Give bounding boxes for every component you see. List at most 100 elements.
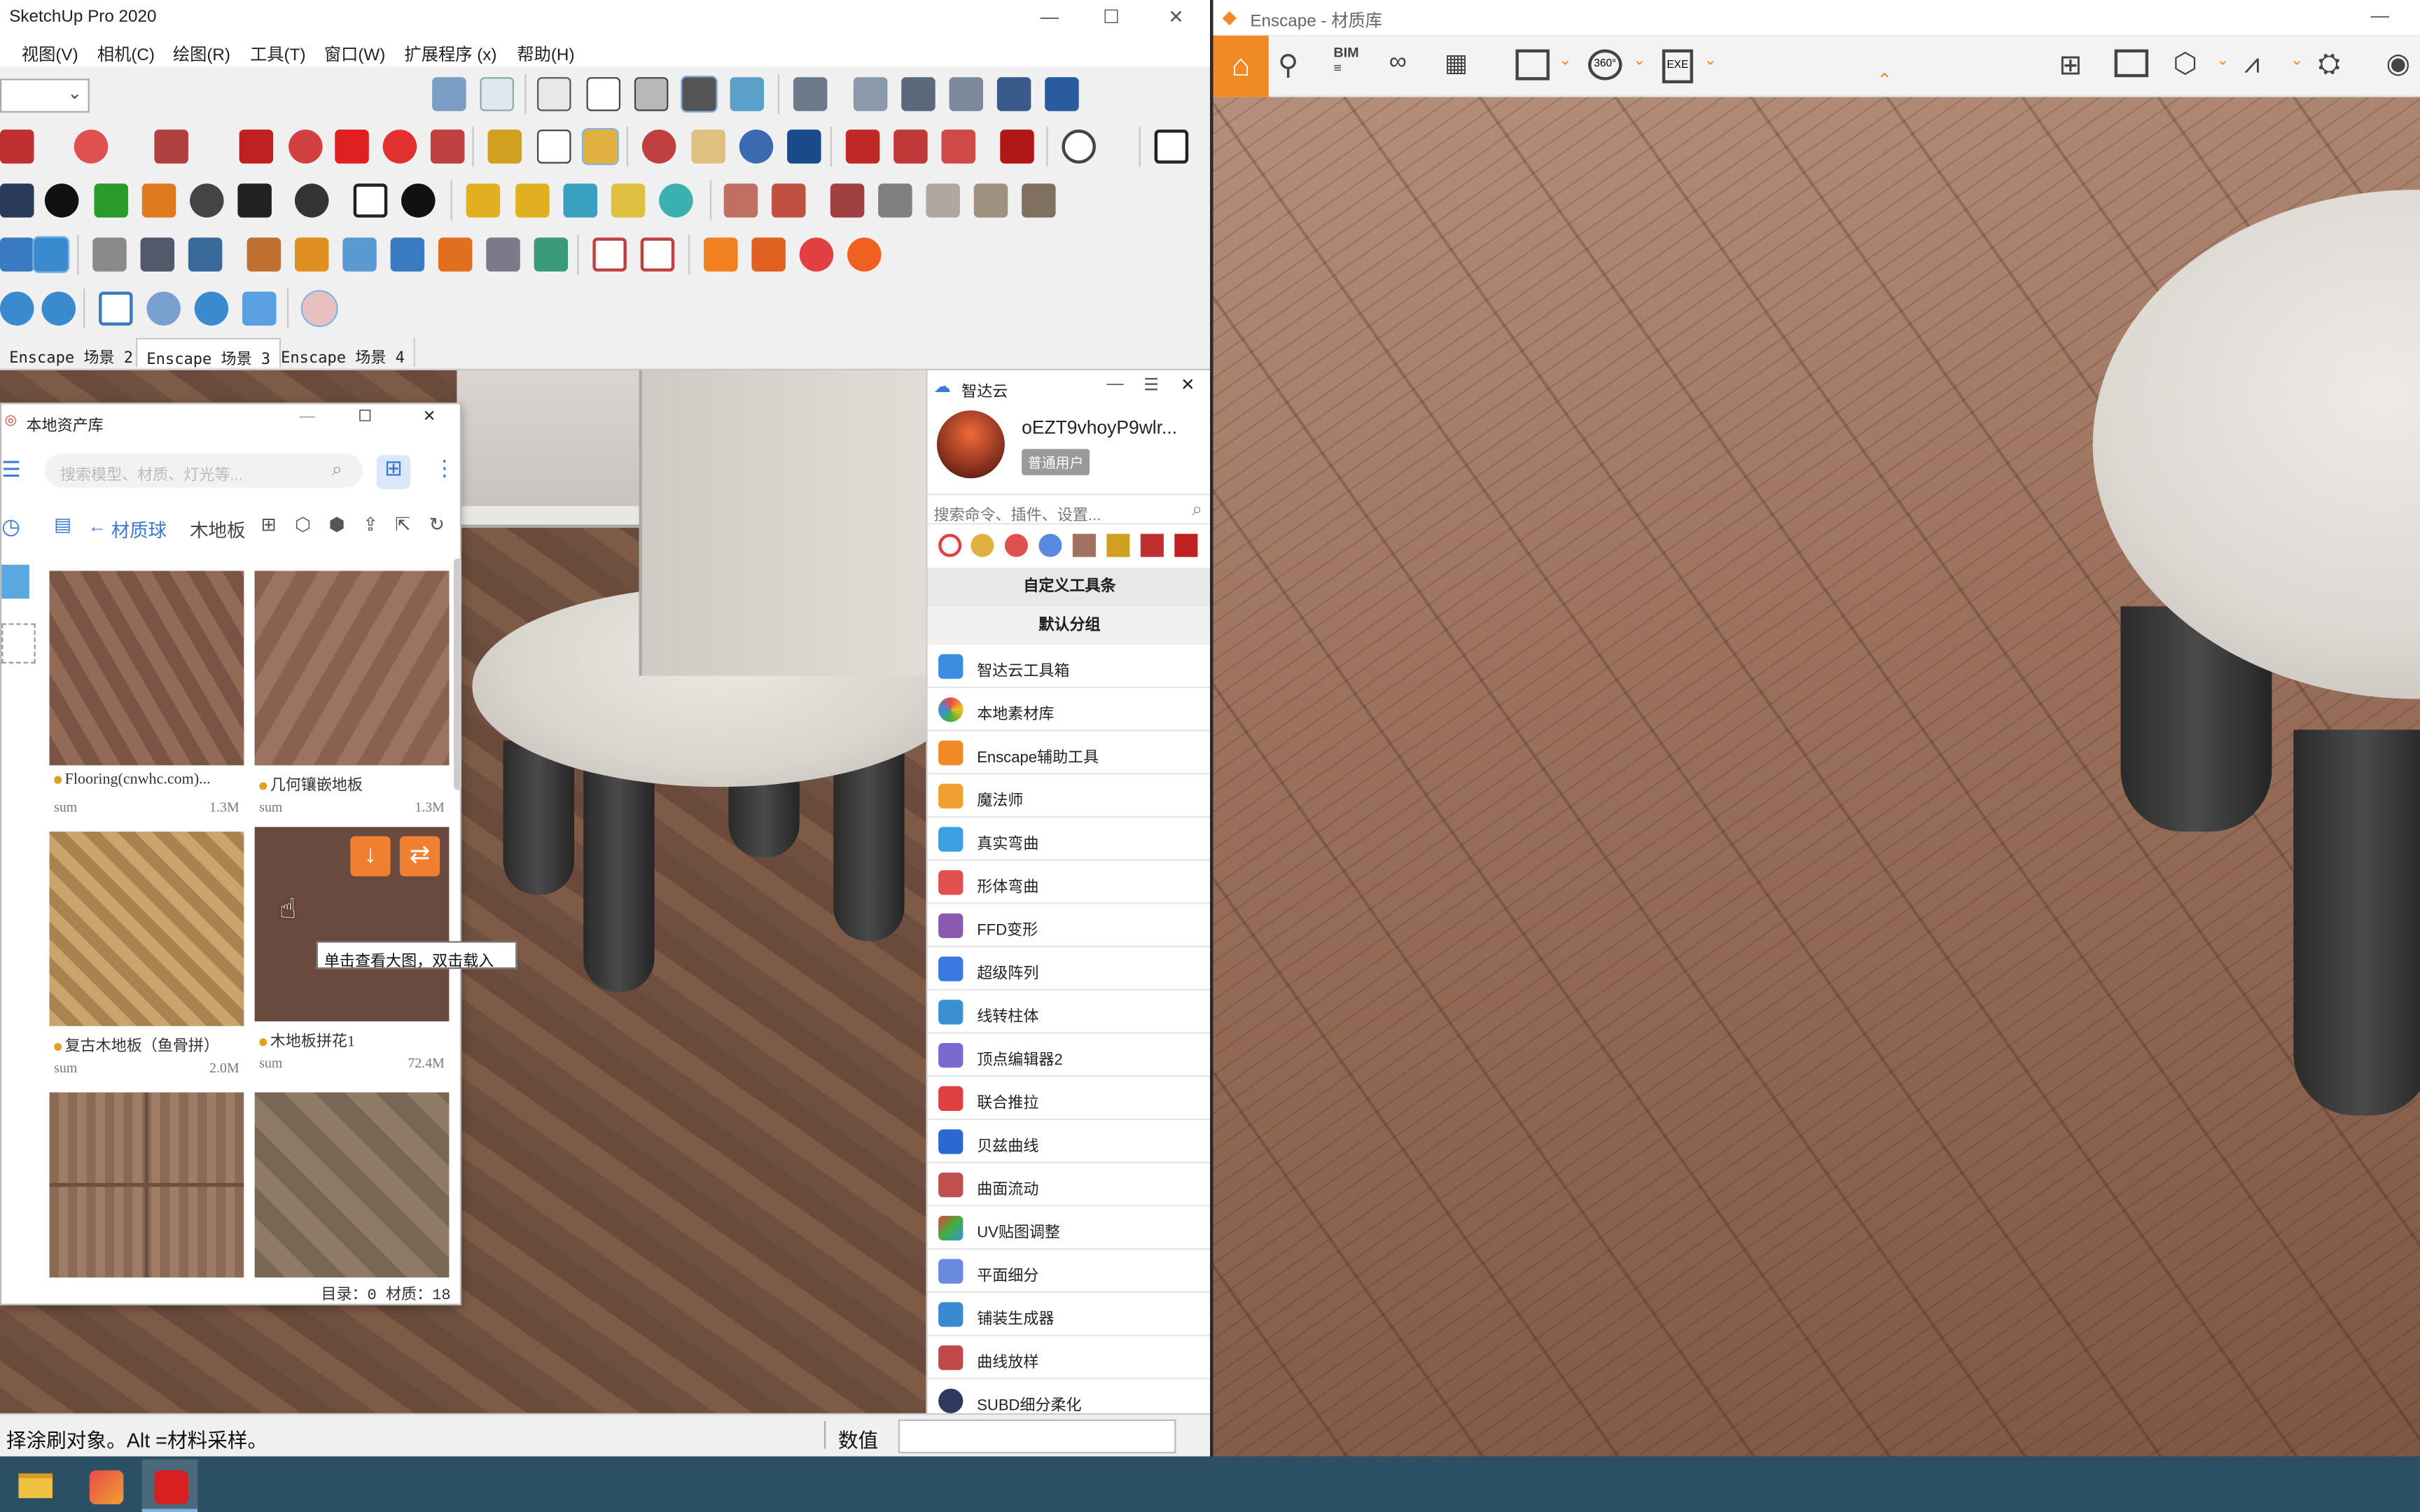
tape-measure-icon[interactable] <box>487 130 522 164</box>
follow-me-icon[interactable] <box>288 130 323 164</box>
iso-view-icon[interactable] <box>432 77 466 111</box>
outliner-icon[interactable] <box>1154 130 1189 164</box>
letter-m-icon[interactable] <box>611 183 646 218</box>
maximize-button[interactable]: ☐ <box>1088 3 1134 31</box>
select-box-icon[interactable] <box>99 291 133 326</box>
tool-item[interactable]: 本地素材库 <box>927 688 1211 732</box>
cube-blue-icon[interactable] <box>32 236 70 274</box>
terrain-icon[interactable] <box>141 183 176 218</box>
tab-scene-4[interactable]: Enscape 场景 4 <box>272 337 416 368</box>
person-icon[interactable] <box>659 183 693 218</box>
panorama-360-icon[interactable]: 360° <box>1588 49 1622 80</box>
search-icon[interactable]: ⌕ <box>332 458 342 482</box>
binoculars-icon[interactable]: ∞ <box>1389 50 1407 78</box>
map-icon[interactable]: ⊞ <box>2059 50 2082 82</box>
extrude-icon[interactable] <box>390 237 425 272</box>
sandbox-icon-5[interactable] <box>1022 183 1056 218</box>
section-plane-icon[interactable] <box>793 77 828 111</box>
cube-icon[interactable]: ⬡ <box>295 514 311 536</box>
menu-window[interactable]: 窗口(W) <box>324 42 386 66</box>
chevron-up-icon[interactable]: ⌃ <box>1877 69 1892 91</box>
menu-tools[interactable]: 工具(T) <box>250 42 305 66</box>
stairs-icon[interactable] <box>246 237 281 272</box>
sketchup-taskbar-icon[interactable] <box>141 1460 198 1512</box>
menu-draw[interactable]: 绘图(R) <box>173 42 230 66</box>
arc-icon[interactable] <box>1004 533 1028 557</box>
line-tool-icon[interactable] <box>92 237 127 272</box>
minimize-button[interactable]: — <box>1106 375 1123 393</box>
tool-item[interactable]: 顶点编辑器2 <box>927 1034 1211 1077</box>
gear-icon[interactable] <box>294 183 329 218</box>
chevron-down-icon[interactable]: ⌄ <box>1704 52 1716 69</box>
section-custom-toolbar[interactable]: 自定义工具条 <box>927 568 1211 607</box>
cross-arrows-icon[interactable] <box>563 183 597 218</box>
frame-icon-1[interactable] <box>592 237 627 272</box>
tool-item[interactable]: 联合推拉 <box>927 1077 1211 1121</box>
minimize-button[interactable]: — <box>1027 3 1073 31</box>
pencil-icon[interactable] <box>0 130 34 164</box>
component-icon-5[interactable] <box>1045 77 1079 111</box>
material-card[interactable] <box>254 1092 450 1278</box>
menu-extensions[interactable]: 扩展程序 (x) <box>404 42 496 66</box>
tool-item[interactable]: Enscape辅助工具 <box>927 732 1211 775</box>
measurement-input[interactable] <box>898 1419 1176 1454</box>
visibility-icon[interactable]: ◉ <box>2386 48 2411 80</box>
cube-icon[interactable]: ⬡ <box>2173 48 2197 80</box>
add-folder-icon[interactable] <box>1 623 36 664</box>
rotate-icon[interactable] <box>382 130 417 164</box>
tool-item[interactable]: 魔法师 <box>927 774 1211 818</box>
tool-item[interactable]: 线转柱体 <box>927 990 1211 1034</box>
component-icon-4[interactable] <box>996 77 1031 111</box>
section-fill-icon[interactable] <box>723 183 758 218</box>
push-pull-icon[interactable] <box>239 130 274 164</box>
paint-bucket-icon[interactable] <box>581 127 619 165</box>
arc-icon[interactable] <box>74 130 109 164</box>
cylinder-icon[interactable] <box>342 237 377 272</box>
clapper-icon[interactable]: ▦ <box>1445 48 1468 78</box>
download-icon[interactable] <box>704 237 738 272</box>
replace-button[interactable]: ⇄ <box>399 836 440 876</box>
material-icon[interactable] <box>1072 533 1096 557</box>
zoom-icon[interactable] <box>739 130 774 164</box>
tab-scene-2[interactable]: Enscape 场景 2 <box>0 337 144 368</box>
tab-scene-3[interactable]: Enscape 场景 3 <box>135 337 281 369</box>
component-icon-1[interactable] <box>853 77 888 111</box>
tool-item[interactable]: 形体弯曲 <box>927 861 1211 904</box>
tool-item[interactable]: 平面细分 <box>927 1250 1211 1294</box>
zhidayun-logo-icon[interactable] <box>300 290 338 328</box>
cloud-upload-icon[interactable] <box>237 183 272 218</box>
minimize-button[interactable]: — <box>300 409 315 426</box>
more-icon[interactable]: ⋮ <box>433 455 455 481</box>
zoom-extents-icon[interactable] <box>787 130 821 164</box>
chevron-down-icon[interactable]: ⌄ <box>1633 52 1646 69</box>
orbit-icon[interactable] <box>641 130 676 164</box>
material-thumbnail[interactable] <box>49 570 244 766</box>
close-button[interactable]: ✕ <box>423 409 436 426</box>
scale-icon[interactable] <box>430 130 465 164</box>
chevron-down-icon[interactable]: ⌄ <box>1559 52 1571 69</box>
back-arrow-icon[interactable]: ← <box>88 515 106 537</box>
close-button[interactable]: ✕ <box>1153 3 1199 31</box>
import-icon[interactable]: ⇪ <box>363 514 378 536</box>
nodes-icon[interactable] <box>146 291 181 326</box>
tree-icon[interactable] <box>94 183 128 218</box>
check-cycle-icon[interactable] <box>194 291 229 326</box>
menu-camera[interactable]: 相机(C) <box>97 42 155 66</box>
material-card[interactable]: 几何镶嵌地板 sum 1.3M <box>254 570 450 818</box>
menu-icon[interactable]: ☰ <box>1 456 21 482</box>
paint-icon[interactable] <box>971 533 994 557</box>
material-thumbnail[interactable] <box>254 570 450 766</box>
tool-item[interactable]: 超级阵列 <box>927 947 1211 991</box>
3d-warehouse-icon[interactable] <box>845 130 880 164</box>
video-icon[interactable] <box>2114 49 2149 78</box>
maximize-button[interactable]: ☐ <box>358 409 372 426</box>
location-pin-icon[interactable]: ⚲ <box>1278 50 1298 82</box>
box-icon[interactable] <box>294 237 329 272</box>
tool-item[interactable]: 贝兹曲线 <box>927 1120 1211 1163</box>
tool-item[interactable]: FFD变形 <box>927 904 1211 948</box>
tool-item[interactable]: 铺装生成器 <box>927 1293 1211 1336</box>
sandbox-icon-2[interactable] <box>878 183 912 218</box>
push-pull-icon[interactable] <box>1174 533 1198 557</box>
sandbox-icon-1[interactable] <box>830 183 865 218</box>
zhidayun-logo-icon[interactable] <box>938 533 962 557</box>
